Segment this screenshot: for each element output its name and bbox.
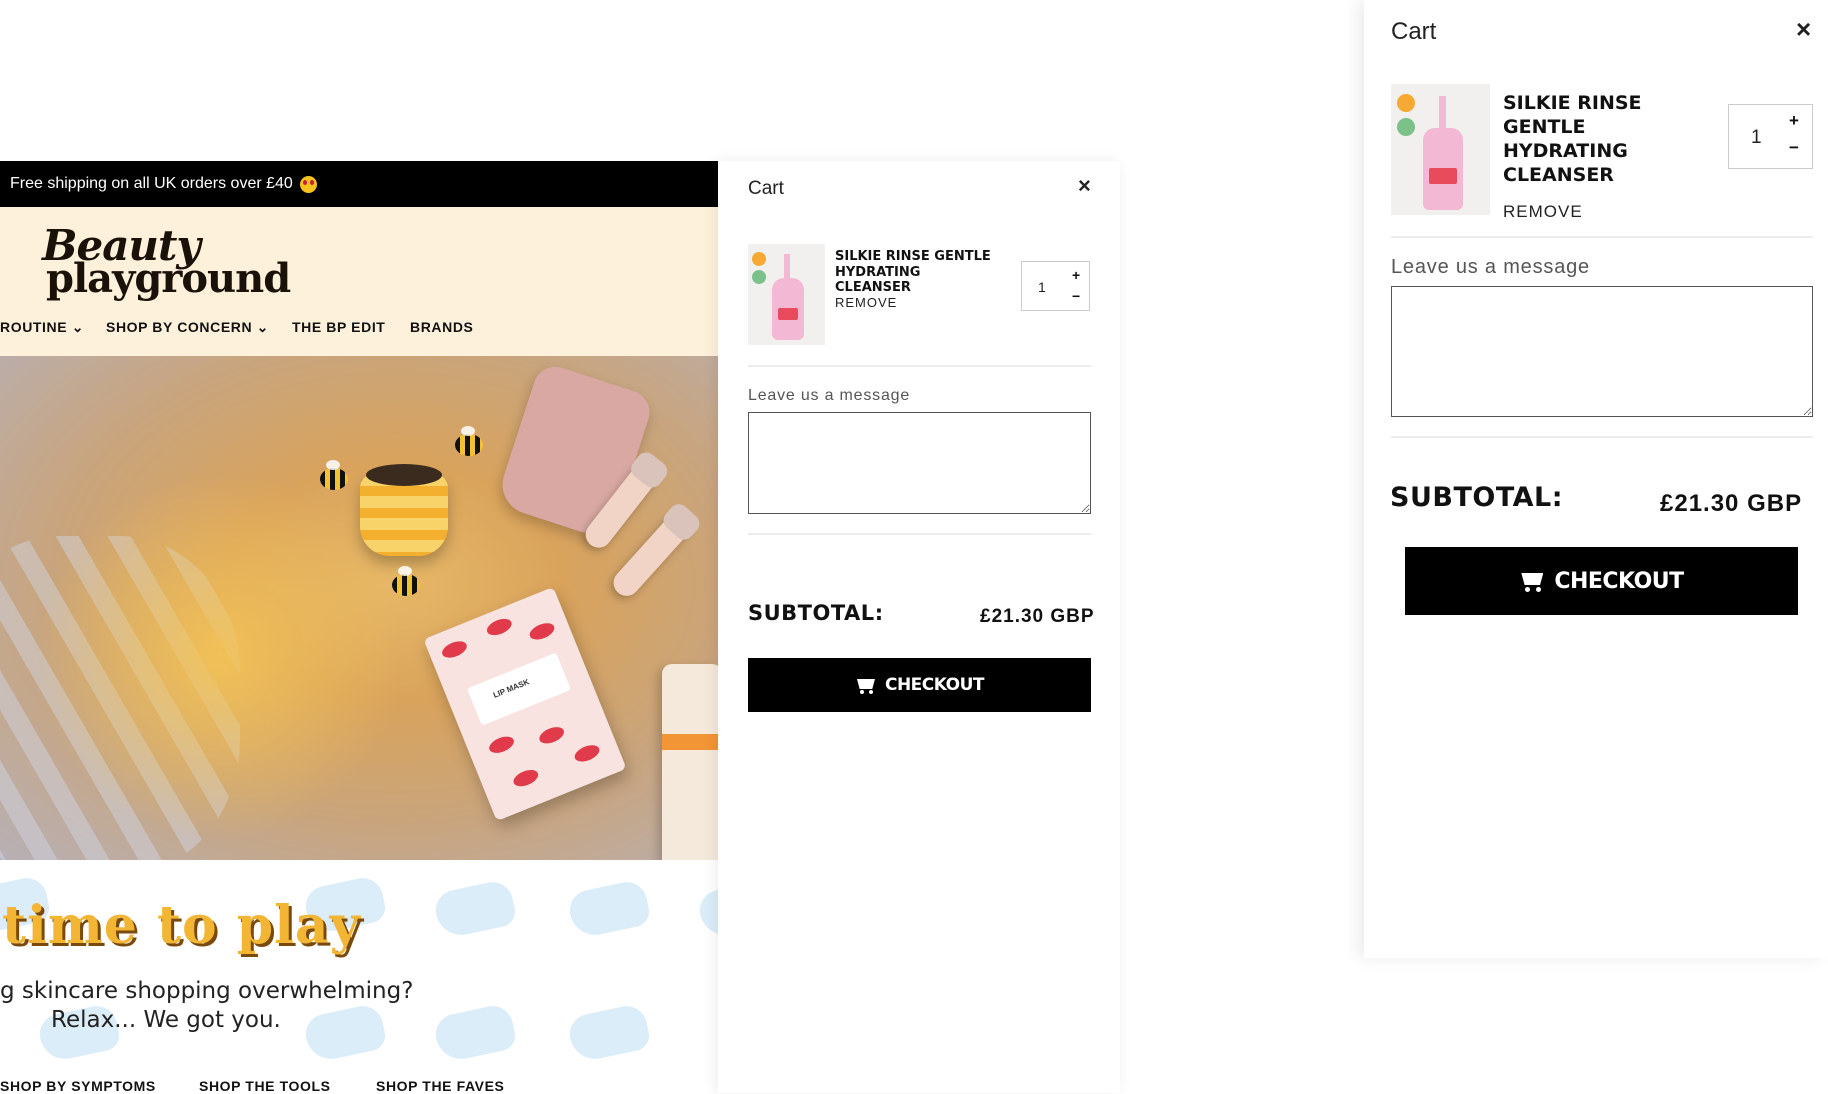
quantity-stepper: 1 + − (1728, 104, 1813, 169)
minus-icon[interactable]: − (1072, 288, 1080, 304)
nav-routine[interactable]: ROUTINE ⌄ (0, 319, 84, 336)
divider (1391, 436, 1813, 438)
checkout-label: CHECKOUT (1554, 568, 1684, 594)
cart-title: Cart (1391, 18, 1437, 45)
announcement-text: Free shipping on all UK orders over £40 (10, 175, 293, 192)
subtotal-value: £21.30 GBP (1660, 490, 1803, 517)
quantity-value[interactable]: 1 (1038, 279, 1046, 295)
bee-icon (320, 460, 348, 490)
honey-jar-image (360, 464, 448, 556)
heart-eyes-emoji-icon (299, 175, 317, 193)
quantity-stepper: 1 + − (1021, 261, 1090, 311)
remove-button[interactable]: REMOVE (835, 295, 897, 310)
link-shop-the-tools[interactable]: SHOP THE TOOLS (199, 1078, 331, 1094)
hero-glow (30, 476, 410, 836)
site-header: Beauty playground ROUTINE ⌄ SHOP BY CONC… (0, 207, 718, 356)
product-name-line: CLEANSER (1503, 164, 1614, 186)
beauty-playground-logo[interactable]: Beauty playground (42, 221, 302, 302)
plus-icon[interactable]: + (1072, 267, 1080, 283)
product-thumbnail[interactable] (1391, 84, 1490, 215)
nav-brands[interactable]: BRANDS (410, 319, 474, 335)
message-textarea[interactable] (748, 412, 1091, 514)
checkout-label: CHECKOUT (884, 675, 985, 695)
checkout-button[interactable]: CHECKOUT (1405, 547, 1798, 615)
bee-icon (455, 426, 483, 456)
product-name-line: SILKIE RINSE (1503, 92, 1642, 114)
cart-drawer-zoomed: Cart × SILKIE RINSE GENTLE HYDRATING CLE… (1364, 0, 1828, 958)
shopping-cart-icon (855, 676, 877, 694)
product-name-line: GENTLE (1503, 116, 1586, 138)
nav-shop-by-concern[interactable]: SHOP BY CONCERN ⌄ (106, 319, 269, 336)
nav-the-bp-edit[interactable]: THE BP EDIT (292, 319, 385, 335)
checkout-button[interactable]: CHECKOUT (748, 658, 1091, 712)
hero-image: LIP MASK (0, 356, 718, 860)
subtotal-label: SUBTOTAL: (1390, 482, 1564, 513)
cart-drawer: Cart × SILKIE RINSE GENTLE HYDRATING CLE… (718, 161, 1120, 1093)
main-nav: ROUTINE ⌄ SHOP BY CONCERN ⌄ THE BP EDIT … (0, 319, 718, 343)
remove-button[interactable]: REMOVE (1503, 202, 1583, 222)
bee-icon (392, 566, 420, 596)
subtotal-label: SUBTOTAL: (748, 601, 884, 625)
announcement-bar: Free shipping on all UK orders over £40 (0, 161, 718, 207)
shopping-cart-icon (1519, 570, 1546, 592)
product-name-line: HYDRATING (1503, 140, 1628, 162)
product-name[interactable]: SILKIE RINSE GENTLE HYDRATING CLEANSER (835, 249, 995, 296)
close-icon[interactable]: × (1796, 14, 1811, 45)
divider (748, 365, 1091, 367)
link-shop-the-faves[interactable]: SHOP THE FAVES (376, 1078, 504, 1094)
cart-title: Cart (748, 178, 784, 199)
subtotal-value: £21.30 GBP (980, 606, 1095, 627)
message-label: Leave us a message (1391, 256, 1590, 278)
minus-icon[interactable]: − (1789, 138, 1799, 158)
message-textarea[interactable] (1391, 286, 1813, 417)
plus-icon[interactable]: + (1789, 111, 1799, 131)
divider (1391, 236, 1813, 238)
logo-line-2: playground (46, 255, 291, 302)
divider (748, 533, 1091, 535)
serum-bottle-image (662, 664, 718, 860)
close-icon[interactable]: × (1078, 173, 1091, 199)
quantity-value[interactable]: 1 (1751, 127, 1762, 149)
tagline-heading: time to play (2, 895, 361, 956)
product-name[interactable]: SILKIE RINSE GENTLE HYDRATING CLEANSER (1503, 91, 1673, 187)
tagline-subtext-1: g skincare shopping overwhelming? (0, 978, 414, 1004)
message-label: Leave us a message (748, 387, 911, 404)
lip-mask-image: LIP MASK (423, 586, 627, 822)
tagline-subtext-2: Relax... We got you. (51, 1007, 281, 1033)
product-thumbnail[interactable] (748, 244, 825, 345)
link-shop-by-symptoms[interactable]: SHOP BY SYMPTOMS (0, 1078, 156, 1094)
